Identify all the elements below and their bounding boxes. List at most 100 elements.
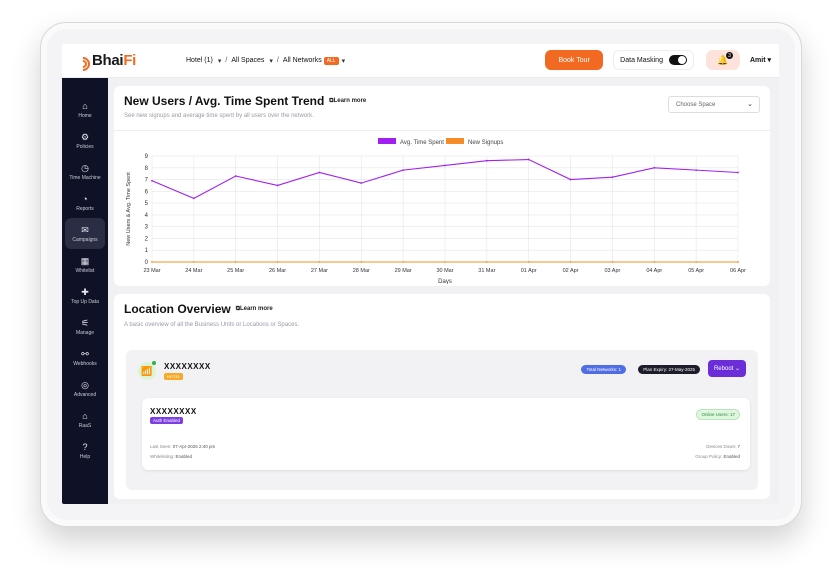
data-point (234, 261, 237, 263)
trend-chart: Avg. Time Spent New Signups 0 1 2 3 4 5 6 7 8 9 23 M… (126, 138, 746, 284)
divider (114, 130, 770, 131)
x-tick-label: 27 Mar (311, 268, 328, 274)
notifications-button[interactable]: 🔔 3 (705, 50, 740, 70)
sidebar-item-label: Webhooks (73, 360, 97, 367)
total-networks-badge: Total Networks: 1 (581, 365, 626, 374)
trend-learn-more-link[interactable]: ⧉Learn more (329, 98, 366, 105)
sidebar-item-label: Advanced (73, 391, 97, 398)
data-point (611, 261, 614, 263)
brand-logo[interactable]: BhaiFi (73, 52, 158, 74)
wifi-icon: 📶 (138, 361, 156, 380)
data-masking-toggle[interactable] (668, 55, 687, 65)
data-point (192, 197, 195, 200)
x-tick-label: 03 Apr (604, 268, 620, 274)
y-tick-label: 4 (145, 213, 149, 219)
sidebar: ⌂ Home ⚙ Policies ◷ Time Machine ◔ Reports ✉ Camp… (62, 78, 108, 504)
policies-icon: ⚙ (80, 131, 90, 142)
sidebar-item-label: Time Machine (69, 174, 101, 181)
trend-subtitle: See new signups and average time spent b… (124, 113, 314, 119)
location-title: Location Overview (124, 302, 231, 316)
sidebar-item-time-machine[interactable]: ◷ Time Machine (65, 156, 105, 187)
topbar-actions: Book Tour Data Masking 🔔 3 Amit ▾ (545, 50, 771, 70)
legend-label: New Signups (468, 140, 503, 146)
legend-swatch (446, 138, 464, 144)
location-card: Location Overview ⧉Learn more A basic ov… (114, 294, 770, 499)
data-point (569, 261, 572, 263)
trend-card: New Users / Avg. Time Spent Trend ⧉Learn… (114, 86, 770, 286)
crumb-hotel[interactable]: Hotel (1) ▾ (186, 57, 221, 65)
location-title-row: Location Overview ⧉Learn more (124, 302, 273, 316)
sidebar-item-manage[interactable]: ⚟ Manage (65, 311, 105, 342)
data-masking-label: Data Masking (620, 56, 663, 64)
last-seen: Last Seen: 07-Apr-2025 2:40 pm (150, 444, 216, 449)
network-card[interactable]: XXXXXXXX Auth Enabled Online Users: 17 L… (142, 398, 750, 470)
chevron-down-icon: ▾ (217, 57, 222, 65)
user-menu[interactable]: Amit ▾ (750, 56, 771, 64)
help-icon: ? (82, 441, 88, 452)
online-dot (152, 361, 156, 365)
sidebar-item-label: Reports (76, 205, 94, 212)
choose-space-select[interactable]: Choose Space ⌄ (668, 96, 760, 113)
sidebar-item-label: Top Up Data (71, 298, 99, 305)
x-tick-label: 02 Apr (563, 268, 579, 274)
campaigns-icon: ✉ (81, 224, 89, 235)
legend-label: Avg. Time Spent (400, 140, 444, 146)
crumb-spaces[interactable]: All Spaces ▾ (231, 57, 273, 65)
data-point (360, 261, 363, 263)
crumb-networks[interactable]: All Networks ALL ▾ (283, 56, 346, 65)
location-name: XXXXXXXX (164, 362, 211, 371)
data-point (318, 261, 321, 263)
crumb-separator: / (276, 57, 279, 64)
raas-icon: ⌂ (82, 410, 88, 421)
breadcrumb: Hotel (1) ▾ / All Spaces ▾ / All Networks … (186, 56, 346, 65)
sidebar-item-reports[interactable]: ◔ Reports (65, 187, 105, 218)
reboot-button[interactable]: Reboot ⌄ (708, 360, 746, 377)
data-point (444, 164, 446, 167)
x-tick-label: 26 Mar (269, 268, 286, 274)
online-users-badge: Online Users: 17 (696, 409, 740, 420)
y-tick-label: 7 (145, 178, 149, 184)
chevron-down-icon: ▾ (341, 57, 346, 65)
sidebar-item-raas[interactable]: ⌂ RaaS (65, 404, 105, 435)
reports-icon: ◔ (82, 193, 88, 204)
sidebar-item-top-up-data[interactable]: ✚ Top Up Data (65, 280, 105, 311)
x-tick-label: 29 Mar (395, 268, 412, 274)
data-point (444, 261, 446, 263)
data-point (360, 182, 363, 184)
plus-icon: ✚ (81, 286, 89, 297)
sidebar-item-help[interactable]: ? Help (65, 435, 105, 466)
sidebar-item-policies[interactable]: ⚙ Policies (65, 125, 105, 156)
sidebar-item-home[interactable]: ⌂ Home (65, 94, 105, 125)
data-point (695, 261, 698, 263)
book-tour-button[interactable]: Book Tour (545, 50, 604, 70)
x-tick-label: 25 Mar (227, 268, 244, 274)
trend-title-row: New Users / Avg. Time Spent Trend ⧉Learn… (124, 94, 366, 108)
sidebar-item-campaigns[interactable]: ✉ Campaigns (65, 218, 105, 249)
devices-down: Devices Down: 7 (706, 444, 740, 449)
sidebar-item-label: Home (78, 112, 92, 119)
data-point (737, 261, 739, 263)
chevron-down-icon: ▾ (269, 57, 273, 65)
x-tick-label: 23 Mar (143, 268, 160, 274)
notification-count: 3 (725, 52, 733, 59)
data-point (527, 158, 530, 161)
x-axis-label: Days (438, 279, 452, 284)
data-point (569, 178, 572, 181)
data-point (402, 261, 405, 263)
group-policy: Group Policy: Enabled (695, 454, 740, 459)
x-tick-label: 24 Mar (185, 268, 202, 274)
x-tick-label: 01 Apr (521, 268, 537, 274)
sidebar-item-webhooks[interactable]: ⚯ Webhooks (65, 342, 105, 373)
x-tick-label: 06 Apr (730, 268, 746, 274)
sidebar-item-advanced[interactable]: ◎ Advanced (65, 373, 105, 404)
data-point (653, 261, 656, 263)
trend-title: New Users / Avg. Time Spent Trend (124, 94, 325, 108)
location-learn-more-link[interactable]: ⧉Learn more (236, 306, 273, 313)
y-tick-label: 5 (145, 201, 149, 207)
all-tag: ALL (323, 56, 339, 65)
data-point (276, 184, 279, 187)
sidebar-item-whitelist[interactable]: ▦ Whitelist (65, 249, 105, 280)
data-point (527, 261, 530, 263)
chevron-down-icon: ⌄ (747, 101, 753, 108)
y-tick-label: 6 (145, 189, 149, 195)
